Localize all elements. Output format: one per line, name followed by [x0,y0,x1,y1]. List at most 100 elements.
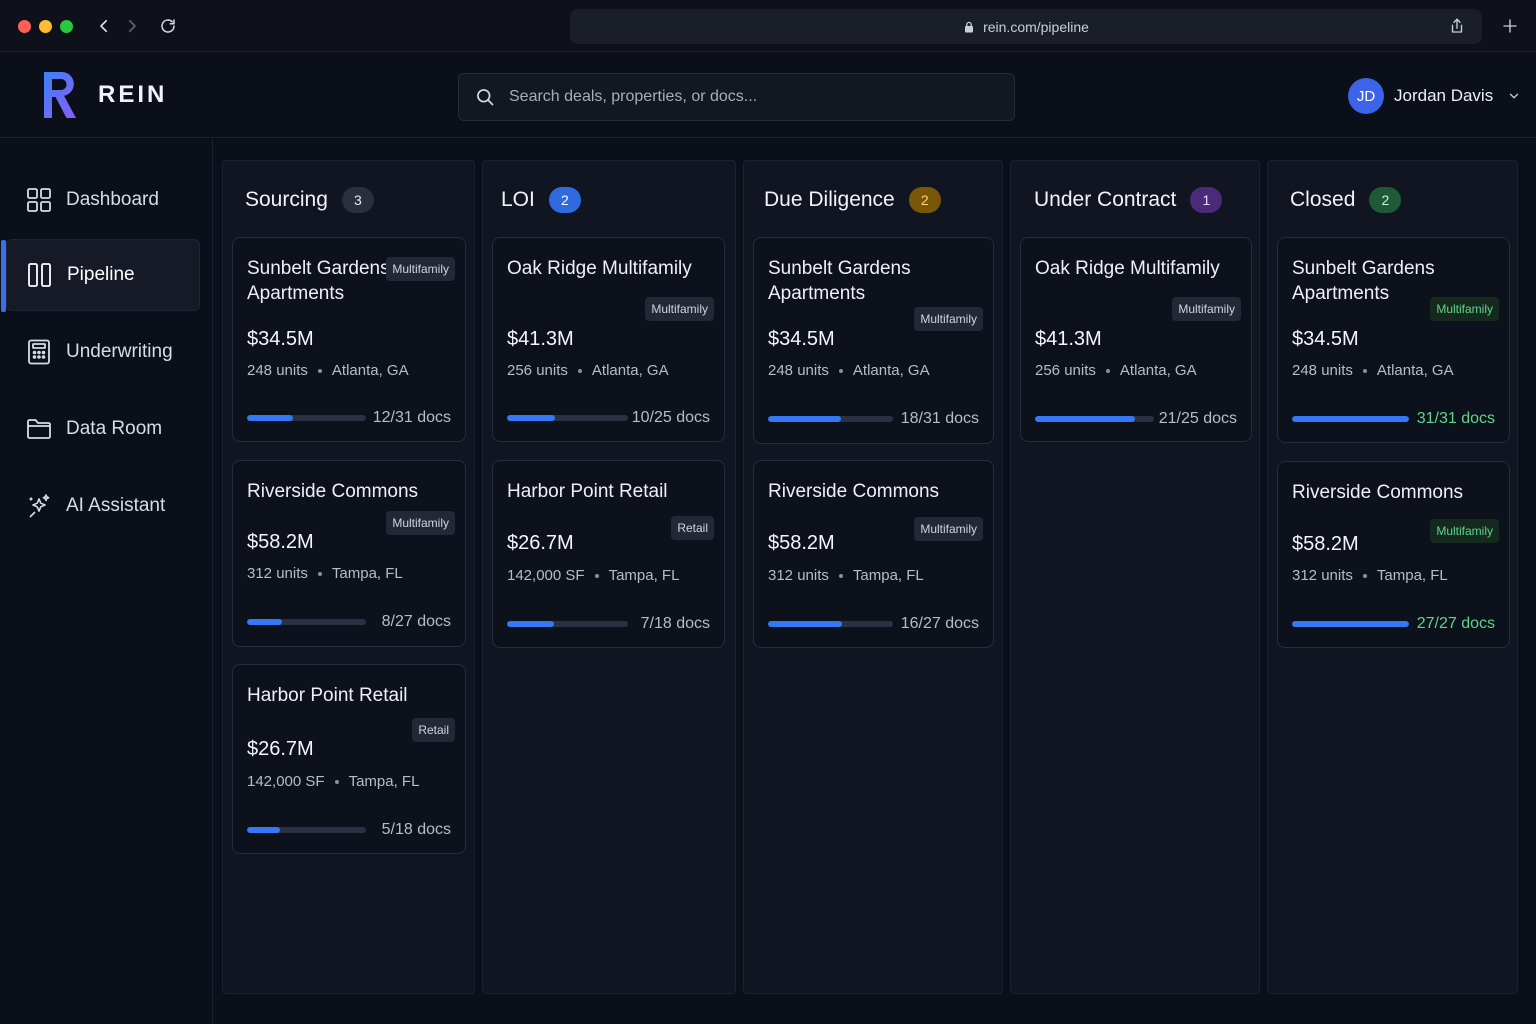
chevron-down-icon [1510,93,1519,99]
docs-count: 7/18 docs [640,615,710,632]
column-title: LOI [501,188,535,211]
column-title: Under Contract [1034,188,1177,211]
docs-progress-bar [768,621,893,627]
docs-progress-bar [1292,621,1409,627]
reload-icon [161,19,175,33]
column-title: Closed [1290,188,1356,211]
pipeline-column-due-diligence: Due Diligence 2 Sunbelt Gardens Apartment… [743,160,1003,994]
docs-count: 16/27 docs [900,615,979,632]
share-button[interactable] [1445,14,1469,38]
deal-card[interactable]: Harbor Point Retail Retail $26.7M 142,00… [232,664,466,854]
deal-price: $26.7M [507,532,574,554]
property-type-tag: Multifamily [1430,519,1499,543]
deal-card[interactable]: Riverside Commons Multifamily $58.2M 312… [232,460,466,647]
forward-button[interactable] [120,14,144,38]
new-tab-button[interactable] [1498,14,1522,38]
deal-card[interactable]: Sunbelt Gardens Apartments Multifamily $3… [753,237,994,444]
column-header: LOI 2 [501,187,581,213]
deal-name: Sunbelt Gardens Apartments [247,258,390,304]
columns-icon [28,263,51,287]
docs-progress-bar [1035,416,1154,422]
count-badge: 3 [341,187,374,213]
sidebar-item-label: Dashboard [66,189,159,210]
sidebar-item-pipeline[interactable]: Pipeline [1,239,200,312]
property-type-tag: Retail [412,718,455,742]
back-button[interactable] [92,14,116,38]
deal-name: Oak Ridge Multifamily [507,258,692,279]
docs-progress-bar [768,416,893,422]
property-type-tag: Multifamily [386,511,455,535]
count-badge: 2 [908,187,941,213]
docs-count: 21/25 docs [1158,410,1237,427]
property-type-tag: Multifamily [386,257,455,281]
docs-count: 18/31 docs [900,410,979,427]
docs-count: 10/25 docs [631,409,710,426]
deal-card[interactable]: Oak Ridge Multifamily Multifamily $41.3M… [1020,237,1252,442]
deal-card[interactable]: Harbor Point Retail Retail $26.7M 142,00… [492,460,725,648]
sidebar-item-ai-assistant[interactable]: AI Assistant [6,470,200,542]
deal-card[interactable]: Riverside Commons Multifamily $58.2M 312… [1277,461,1510,648]
reload-button[interactable] [156,14,180,38]
deal-name: Sunbelt Gardens Apartments [768,258,911,304]
search-icon [477,89,494,106]
deal-name: Harbor Point Retail [507,481,668,502]
deal-card[interactable]: Sunbelt Gardens Apartments Multifamily $3… [1277,237,1510,443]
deal-meta: 312 units Tampa, FL [768,567,924,584]
deal-price: $41.3M [507,328,574,350]
deal-name: Oak Ridge Multifamily [1035,258,1220,279]
column-title: Due Diligence [764,188,895,211]
sidebar: Dashboard Pipeline Underwriting Data Roo… [0,139,213,1024]
pipeline-column-sourcing: Sourcing 3 Sunbelt Gardens Apartments Mul… [222,160,475,994]
deal-card[interactable]: Oak Ridge Multifamily Multifamily $41.3M… [492,237,725,442]
deal-meta: 142,000 SF Tampa, FL [507,567,680,584]
app-header: REIN JD Jordan Davis [0,52,1536,138]
chevron-left-icon [100,19,108,33]
deal-name: Riverside Commons [247,481,419,502]
deal-card[interactable]: Riverside Commons Multifamily $58.2M 312… [753,460,994,648]
share-icon [1451,18,1463,33]
user-name: Jordan Davis [1394,86,1494,105]
calculator-icon [28,339,50,365]
docs-count: 27/27 docs [1416,615,1495,632]
sidebar-item-dashboard[interactable]: Dashboard [6,164,200,236]
lock-icon [965,21,974,32]
docs-progress-bar [247,415,366,421]
deal-price: $41.3M [1035,328,1102,350]
property-type-tag: Multifamily [914,517,983,541]
plus-icon [1503,19,1517,33]
deal-name: Sunbelt Gardens Apartments [1292,258,1435,304]
search-box[interactable] [458,73,1015,121]
address-bar[interactable]: rein.com/pipeline [570,9,1482,44]
column-header: Sourcing 3 [245,187,374,213]
column-header: Under Contract 1 [1034,187,1223,213]
grid-icon [27,188,51,212]
deal-meta: 312 units Tampa, FL [247,565,403,582]
logo-text: REIN [98,81,168,108]
maximize-window-button[interactable] [60,20,73,33]
minimize-window-button[interactable] [39,20,52,33]
deal-meta: 248 units Atlanta, GA [1292,362,1454,379]
search-input[interactable] [509,88,989,106]
close-window-button[interactable] [18,20,31,33]
deal-meta: 142,000 SF Tampa, FL [247,773,420,790]
deal-price: $26.7M [247,738,314,760]
sparkles-icon [29,494,50,518]
deal-price: $58.2M [768,532,835,554]
sidebar-item-data-room[interactable]: Data Room [6,393,200,465]
docs-count: 5/18 docs [381,821,451,838]
property-type-tag: Multifamily [1430,297,1499,321]
avatar: JD [1348,78,1384,114]
deal-card[interactable]: Sunbelt Gardens Apartments Multifamily $3… [232,237,466,442]
pipeline-column-loi: LOI 2 Oak Ridge Multifamily Multifamily … [482,160,736,994]
deal-meta: 256 units Atlanta, GA [507,362,669,379]
docs-progress-bar [507,621,628,627]
sidebar-item-underwriting[interactable]: Underwriting [6,316,200,388]
logo[interactable]: REIN [40,70,167,120]
user-menu[interactable]: JD Jordan Davis [1348,78,1521,114]
deal-price: $34.5M [768,328,835,350]
deal-name: Harbor Point Retail [247,685,408,706]
docs-count: 31/31 docs [1416,410,1495,427]
property-type-tag: Multifamily [645,297,714,321]
sidebar-item-label: Pipeline [67,264,135,285]
property-type-tag: Multifamily [1172,297,1241,321]
